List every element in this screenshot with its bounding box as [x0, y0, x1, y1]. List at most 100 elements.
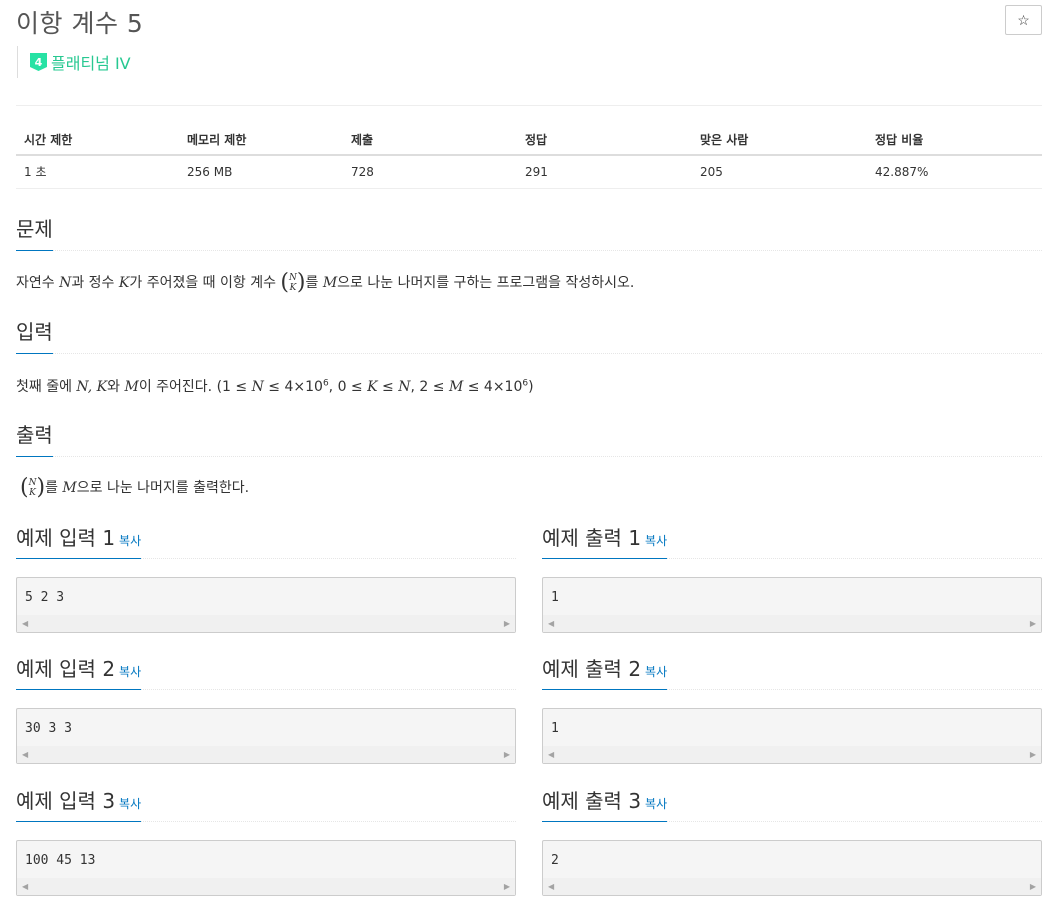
star-button[interactable]: ☆ [1005, 5, 1042, 35]
info-solved-users: 205 [692, 155, 867, 189]
math-n: N [398, 379, 411, 395]
info-header-accept-ratio: 정답 비율 [867, 124, 1042, 156]
info-header-row: 시간 제한 메모리 제한 제출 정답 맞은 사람 정답 비율 [16, 124, 1042, 156]
sample-input-2-value: 30 3 3 [25, 721, 72, 736]
horizontal-scrollbar[interactable]: ◀ ▶ [543, 615, 1041, 632]
problem-info-table: 시간 제한 메모리 제한 제출 정답 맞은 사람 정답 비율 1 초 256 M… [16, 124, 1042, 189]
scroll-right-icon[interactable]: ▶ [1030, 619, 1036, 628]
sample-output-2-value: 1 [551, 721, 559, 736]
constraint: , 2 ≤ [410, 379, 449, 395]
math-m: M [448, 379, 464, 395]
sample-input-3-box[interactable]: 100 45 13 ◀ ▶ [16, 840, 516, 896]
scroll-left-icon[interactable]: ◀ [548, 750, 554, 759]
tier-badge-icon: 4 [30, 53, 47, 71]
scroll-right-icon[interactable]: ▶ [504, 882, 510, 891]
sample-output-3-header: 예제 출력 3 복사 [542, 785, 1042, 822]
info-header-accepted: 정답 [517, 124, 692, 156]
math-m: M [62, 480, 77, 496]
scroll-right-icon[interactable]: ▶ [1030, 882, 1036, 891]
binomial-coefficient: (N K) [280, 270, 306, 295]
math-k: K [367, 379, 378, 395]
input-section-heading: 입력 [16, 316, 53, 354]
sample-input-1-heading: 예제 입력 1 복사 [16, 522, 142, 559]
sample-output-3-box[interactable]: 2 ◀ ▶ [542, 840, 1042, 896]
tier-row: 4 플래티넘 IV [17, 46, 131, 78]
scroll-left-icon[interactable]: ◀ [22, 619, 28, 628]
sample-input-1-box[interactable]: 5 2 3 ◀ ▶ [16, 577, 516, 633]
text: 가 주어졌을 때 이항 계수 [129, 275, 281, 291]
star-icon: ☆ [1017, 11, 1030, 28]
constraint: 1 ≤ [222, 379, 252, 395]
sample-input-3-header: 예제 입력 3 복사 [16, 785, 516, 822]
text: 과 정수 [71, 275, 119, 291]
output-section-heading: 출력 [16, 419, 53, 457]
sample-input-2-box[interactable]: 30 3 3 ◀ ▶ [16, 708, 516, 764]
sample-output-1-box[interactable]: 1 ◀ ▶ [542, 577, 1042, 633]
horizontal-scrollbar[interactable]: ◀ ▶ [17, 615, 515, 632]
info-submissions: 728 [343, 155, 517, 189]
problem-description: 자연수 N과 정수 K가 주어졌을 때 이항 계수 (N K) 를 M으로 나눈 나… [16, 272, 634, 294]
problem-section-header: 문제 [16, 213, 1042, 251]
sample-output-3-value: 2 [551, 853, 559, 868]
constraint: ≤ 4×10 [263, 379, 323, 395]
sample-output-3-heading: 예제 출력 3 복사 [542, 785, 668, 822]
sample-output-1-value: 1 [551, 590, 559, 605]
info-value-row: 1 초 256 MB 728 291 205 42.887% [16, 155, 1042, 189]
math-m: M [124, 379, 139, 395]
copy-sample-input-1-button[interactable]: 복사 [119, 534, 141, 548]
horizontal-scrollbar[interactable]: ◀ ▶ [17, 746, 515, 763]
sample-output-1-heading: 예제 출력 1 복사 [542, 522, 668, 559]
copy-sample-output-3-button[interactable]: 복사 [645, 797, 667, 811]
text: 를 [305, 275, 323, 291]
binom-top: N [289, 273, 297, 283]
copy-sample-output-1-button[interactable]: 복사 [645, 534, 667, 548]
sample-output-1-header: 예제 출력 1 복사 [542, 522, 1042, 559]
scroll-left-icon[interactable]: ◀ [548, 882, 554, 891]
scroll-left-icon[interactable]: ◀ [22, 882, 28, 891]
info-accept-ratio: 42.887% [867, 155, 1042, 189]
text: 와 [107, 379, 125, 395]
sample-output-2-heading: 예제 출력 2 복사 [542, 653, 668, 690]
scroll-right-icon[interactable]: ▶ [1030, 750, 1036, 759]
sample-output-2-header: 예제 출력 2 복사 [542, 653, 1042, 690]
sample-input-3-value: 100 45 13 [25, 853, 96, 868]
input-description: 첫째 줄에 N, K와 M이 주어진다. (1 ≤ N ≤ 4×106, 0 ≤… [16, 376, 534, 396]
scroll-right-icon[interactable]: ▶ [504, 750, 510, 759]
copy-sample-input-3-button[interactable]: 복사 [119, 797, 141, 811]
math-k: K [118, 275, 130, 291]
text: 으로 나눈 나머지를 출력한다. [76, 480, 250, 496]
text: 를 [45, 480, 63, 496]
output-section-header: 출력 [16, 419, 1042, 457]
math-n: N [251, 379, 264, 395]
problem-title: 이항 계수 5 [16, 9, 144, 38]
sample-output-2-box[interactable]: 1 ◀ ▶ [542, 708, 1042, 764]
binom-top: N [28, 478, 37, 488]
info-header-time-limit: 시간 제한 [16, 124, 179, 156]
text: 으로 나눈 나머지를 구하는 프로그램을 작성하시오. [337, 275, 635, 291]
binom-bottom: K [289, 283, 297, 293]
copy-sample-output-2-button[interactable]: 복사 [645, 665, 667, 679]
tier-label[interactable]: 플래티넘 IV [51, 50, 131, 74]
scroll-right-icon[interactable]: ▶ [504, 619, 510, 628]
copy-sample-input-2-button[interactable]: 복사 [119, 665, 141, 679]
sample-input-3-heading: 예제 입력 3 복사 [16, 785, 142, 822]
sample-output-1-label: 예제 출력 1 [542, 526, 642, 550]
math-n: N [59, 275, 72, 291]
scroll-left-icon[interactable]: ◀ [548, 619, 554, 628]
sample-input-3-label: 예제 입력 3 [16, 789, 116, 813]
sample-input-1-value: 5 2 3 [25, 590, 65, 605]
horizontal-scrollbar[interactable]: ◀ ▶ [17, 878, 515, 895]
sample-input-1-header: 예제 입력 1 복사 [16, 522, 516, 559]
input-section-header: 입력 [16, 316, 1042, 354]
info-header-solved-users: 맞은 사람 [692, 124, 867, 156]
horizontal-scrollbar[interactable]: ◀ ▶ [543, 878, 1041, 895]
binomial-coefficient: (N K) [20, 475, 46, 500]
math-n-k: N, K [76, 379, 108, 395]
binom-bottom: K [29, 488, 36, 498]
sample-input-2-label: 예제 입력 2 [16, 657, 116, 681]
info-accepted: 291 [517, 155, 692, 189]
scroll-left-icon[interactable]: ◀ [22, 750, 28, 759]
sample-output-3-label: 예제 출력 3 [542, 789, 642, 813]
horizontal-scrollbar[interactable]: ◀ ▶ [543, 746, 1041, 763]
sample-output-2-label: 예제 출력 2 [542, 657, 642, 681]
